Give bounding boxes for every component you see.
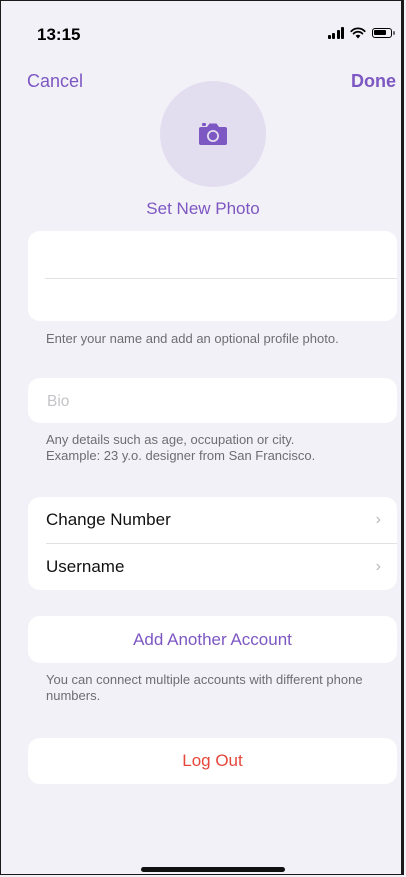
- name-hint: Enter your name and add an optional prof…: [46, 331, 339, 346]
- set-new-photo-button[interactable]: Set New Photo: [0, 199, 406, 219]
- log-out-label: Log Out: [182, 751, 243, 770]
- battery-icon: [372, 28, 395, 38]
- first-name-field[interactable]: [45, 231, 397, 279]
- home-indicator[interactable]: [141, 867, 285, 872]
- add-another-account-label: Add Another Account: [133, 629, 292, 649]
- name-card: [28, 231, 397, 323]
- bio-hint-line-1: Any details such as age, occupation or c…: [46, 432, 295, 447]
- log-out-button[interactable]: Log Out: [28, 738, 397, 784]
- wifi-icon: [350, 27, 366, 39]
- chevron-right-icon: ›: [375, 511, 381, 528]
- settings-list: Change Number › Username ›: [28, 497, 397, 590]
- cellular-signal-icon: [327, 27, 344, 39]
- change-number-label: Change Number: [46, 510, 171, 529]
- last-name-field[interactable]: [45, 276, 397, 323]
- username-label: Username: [46, 557, 125, 576]
- username-row[interactable]: Username ›: [28, 544, 397, 590]
- done-button[interactable]: Done: [351, 71, 396, 92]
- profile-photo-button[interactable]: [160, 81, 266, 187]
- chevron-right-icon: ›: [375, 558, 381, 575]
- accounts-hint: You can connect multiple accounts with d…: [46, 672, 363, 703]
- add-another-account-button[interactable]: Add Another Account: [28, 616, 397, 663]
- bio-card: [28, 378, 397, 425]
- bio-field[interactable]: [45, 378, 387, 425]
- status-icons: [327, 27, 395, 39]
- bio-hint-line-2: Example: 23 y.o. designer from San Franc…: [46, 448, 316, 463]
- camera-icon: [199, 123, 227, 145]
- status-time: 13:15: [37, 25, 81, 44]
- bio-hint: Any details such as age, occupation or c…: [46, 432, 386, 464]
- status-bar: 13:15: [0, 0, 406, 50]
- cancel-button[interactable]: Cancel: [27, 71, 83, 92]
- change-number-row[interactable]: Change Number ›: [28, 497, 397, 543]
